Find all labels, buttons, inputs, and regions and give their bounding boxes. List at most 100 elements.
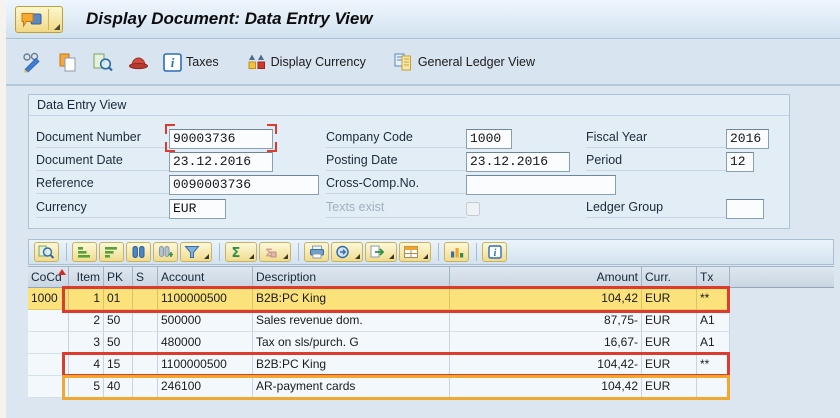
- cell-account[interactable]: 1100000500: [158, 354, 253, 376]
- cell-tx[interactable]: [697, 376, 730, 398]
- cell-s[interactable]: [133, 354, 158, 376]
- sort-descending-button[interactable]: [99, 242, 124, 262]
- cell-filler: [730, 354, 834, 376]
- column-header-pk[interactable]: PK: [104, 266, 133, 288]
- copy-button[interactable]: [55, 50, 80, 75]
- column-header-description[interactable]: Description: [253, 266, 450, 288]
- filter-icon: [184, 246, 200, 258]
- display-currency-button[interactable]: Display Currency: [244, 51, 368, 74]
- cell-item[interactable]: 5: [69, 376, 104, 398]
- cell-amount[interactable]: 104,42: [450, 288, 642, 310]
- cell-cocd[interactable]: [28, 332, 69, 354]
- dropdown-arrow-icon: [355, 254, 360, 259]
- document-date-field[interactable]: [169, 151, 273, 172]
- company-code-field[interactable]: [466, 128, 512, 149]
- cell-curr[interactable]: EUR: [642, 332, 697, 354]
- cross-comp-no-field[interactable]: [466, 174, 616, 195]
- cell-amount[interactable]: 87,75-: [450, 310, 642, 332]
- cell-amount[interactable]: 104,42-: [450, 354, 642, 376]
- export-button[interactable]: [365, 242, 397, 262]
- cell-curr[interactable]: EUR: [642, 354, 697, 376]
- cell-pk[interactable]: 01: [104, 288, 133, 310]
- cell-pk[interactable]: 50: [104, 310, 133, 332]
- sort-ascending-button[interactable]: [72, 242, 97, 262]
- cell-s[interactable]: [133, 332, 158, 354]
- cell-cocd[interactable]: 1000: [28, 288, 69, 310]
- texts-exist-checkbox[interactable]: [466, 201, 480, 216]
- currency-field[interactable]: [169, 198, 226, 219]
- subtotal-button[interactable]: Σ: [259, 242, 291, 262]
- cell-pk[interactable]: 50: [104, 332, 133, 354]
- table-row[interactable]: 5 40 246100 AR-payment cards 104,42 EUR: [28, 376, 834, 398]
- table-row[interactable]: 1000 1 01 1100000500 B2B:PC King 104,42 …: [28, 288, 834, 310]
- cell-account[interactable]: 246100: [158, 376, 253, 398]
- column-header-s[interactable]: S: [133, 266, 158, 288]
- cell-account[interactable]: 480000: [158, 332, 253, 354]
- cell-item[interactable]: 3: [69, 332, 104, 354]
- ledger-group-field[interactable]: [726, 198, 764, 219]
- period-field[interactable]: [726, 151, 754, 172]
- document-number-field[interactable]: [169, 128, 273, 149]
- cell-tx[interactable]: **: [697, 354, 730, 376]
- find-button[interactable]: [126, 242, 151, 262]
- column-header-cocd[interactable]: CoCd: [28, 266, 69, 288]
- column-header-tx[interactable]: Tx: [697, 266, 730, 288]
- cell-account[interactable]: 500000: [158, 310, 253, 332]
- table-row[interactable]: 3 50 480000 Tax on sls/purch. G 16,67- E…: [28, 332, 834, 354]
- cell-item[interactable]: 2: [69, 310, 104, 332]
- currency-label: Currency: [36, 200, 169, 218]
- print-button[interactable]: [304, 242, 329, 262]
- cell-description[interactable]: Sales revenue dom.: [253, 310, 450, 332]
- cell-s[interactable]: [133, 376, 158, 398]
- column-header-account[interactable]: Account: [158, 266, 253, 288]
- cell-amount[interactable]: 104,42: [450, 376, 642, 398]
- cell-amount[interactable]: 16,67-: [450, 332, 642, 354]
- sort-ascending-indicator-icon: [58, 269, 66, 275]
- cell-curr[interactable]: EUR: [642, 288, 697, 310]
- posting-date-field[interactable]: [466, 151, 570, 172]
- texts-exist-label: Texts exist: [326, 200, 466, 218]
- cell-cocd[interactable]: [28, 354, 69, 376]
- dropdown-arrow-icon: [204, 254, 209, 259]
- cell-description[interactable]: B2B:PC King: [253, 288, 450, 310]
- cell-description[interactable]: B2B:PC King: [253, 354, 450, 376]
- cell-curr[interactable]: EUR: [642, 310, 697, 332]
- cell-curr[interactable]: EUR: [642, 376, 697, 398]
- choose-layout-button[interactable]: [399, 242, 431, 262]
- document-header-button[interactable]: [125, 51, 152, 74]
- cell-s[interactable]: [133, 288, 158, 310]
- cell-tx[interactable]: **: [697, 288, 730, 310]
- reference-field[interactable]: [169, 174, 319, 195]
- column-header-item[interactable]: Item: [69, 266, 104, 288]
- column-header-amount[interactable]: Amount: [450, 266, 642, 288]
- cell-account[interactable]: 1100000500: [158, 288, 253, 310]
- set-filter-button[interactable]: [180, 242, 212, 262]
- cell-description[interactable]: Tax on sls/purch. G: [253, 332, 450, 354]
- info-button[interactable]: i: [482, 242, 507, 262]
- fiscal-year-field[interactable]: [726, 128, 769, 149]
- display-change-button[interactable]: [19, 50, 46, 75]
- detail-button[interactable]: [34, 242, 59, 262]
- cell-pk[interactable]: 15: [104, 354, 133, 376]
- cell-description[interactable]: AR-payment cards: [253, 376, 450, 398]
- table-row[interactable]: 2 50 500000 Sales revenue dom. 87,75- EU…: [28, 310, 834, 332]
- cell-tx[interactable]: A1: [697, 310, 730, 332]
- cell-tx[interactable]: A1: [697, 332, 730, 354]
- services-menu-button[interactable]: [15, 6, 63, 33]
- views-button[interactable]: [331, 242, 363, 262]
- find-next-button[interactable]: [153, 242, 178, 262]
- cell-cocd[interactable]: [28, 310, 69, 332]
- cell-item[interactable]: 1: [69, 288, 104, 310]
- sort-ascending-icon: [78, 247, 90, 258]
- total-button[interactable]: Σ: [225, 242, 257, 262]
- general-ledger-view-button[interactable]: General Ledger View: [391, 50, 537, 74]
- table-row[interactable]: 4 15 1100000500 B2B:PC King 104,42- EUR …: [28, 354, 834, 376]
- cell-cocd[interactable]: [28, 376, 69, 398]
- cell-item[interactable]: 4: [69, 354, 104, 376]
- taxes-button[interactable]: i Taxes: [161, 51, 221, 74]
- graphic-button[interactable]: [444, 242, 469, 262]
- overview-button[interactable]: [89, 50, 116, 75]
- cell-pk[interactable]: 40: [104, 376, 133, 398]
- column-header-curr[interactable]: Curr.: [642, 266, 697, 288]
- cell-s[interactable]: [133, 310, 158, 332]
